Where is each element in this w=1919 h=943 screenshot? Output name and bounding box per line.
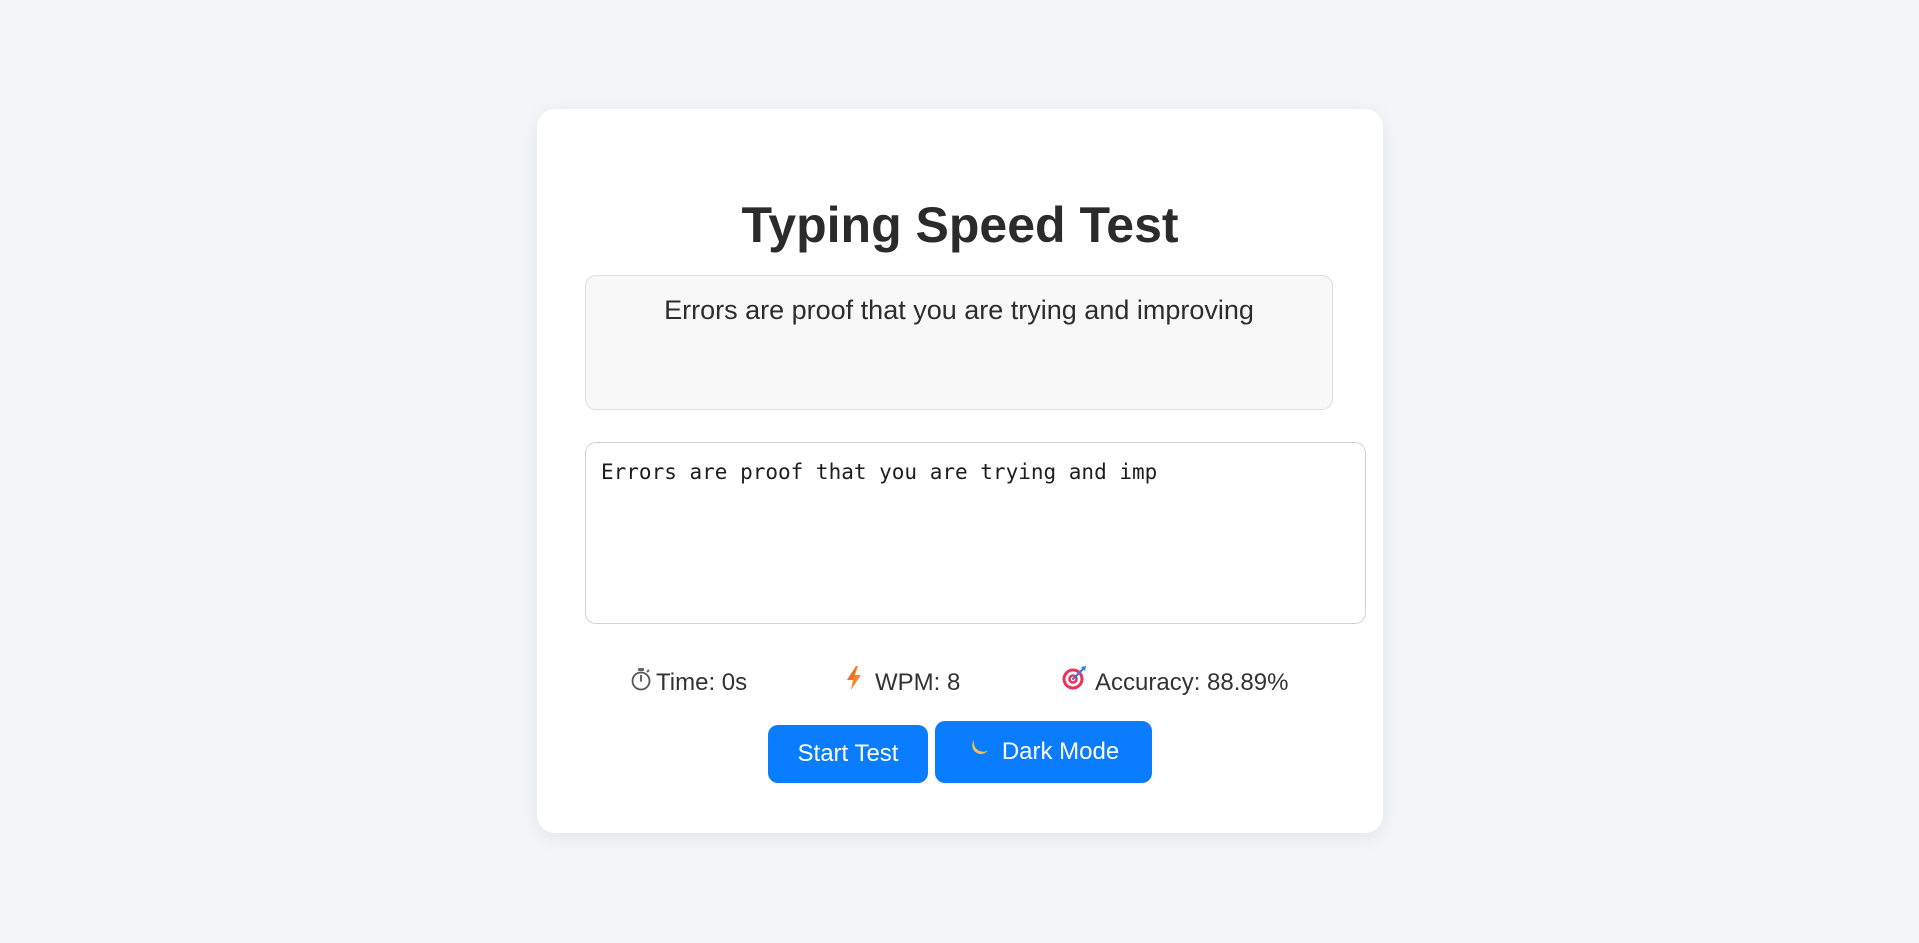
typing-test-card: Typing Speed Test Errors are proof that … — [537, 109, 1383, 833]
typing-input[interactable]: Errors are proof that you are trying and… — [585, 442, 1366, 624]
stopwatch-icon — [630, 664, 652, 704]
start-test-button[interactable]: Start Test — [768, 725, 928, 783]
lightning-icon — [845, 664, 863, 704]
quote-display: Errors are proof that you are trying and… — [585, 275, 1333, 410]
wpm-stat: WPM: 8 — [845, 663, 960, 704]
time-stat: Time: 0s — [630, 663, 747, 704]
action-buttons: Start Test Dark Mode — [537, 721, 1383, 784]
dark-mode-button[interactable]: Dark Mode — [935, 721, 1152, 783]
page-title: Typing Speed Test — [741, 197, 1179, 253]
wpm-label: WPM: 8 — [875, 669, 961, 696]
dark-mode-label: Dark Mode — [1001, 738, 1120, 765]
time-label: Time: 0s — [656, 669, 748, 696]
moon-icon — [968, 720, 992, 782]
accuracy-label: Accuracy: 88.89% — [1095, 669, 1289, 696]
start-test-label: Start Test — [797, 740, 899, 767]
quote-text: Errors are proof that you are trying and… — [664, 295, 1254, 325]
accuracy-stat: Accuracy: 88.89% — [1061, 663, 1288, 704]
target-icon — [1061, 664, 1087, 704]
stats-bar: Time: 0s WPM: 8 Accuracy: 88.89% — [537, 663, 1383, 703]
